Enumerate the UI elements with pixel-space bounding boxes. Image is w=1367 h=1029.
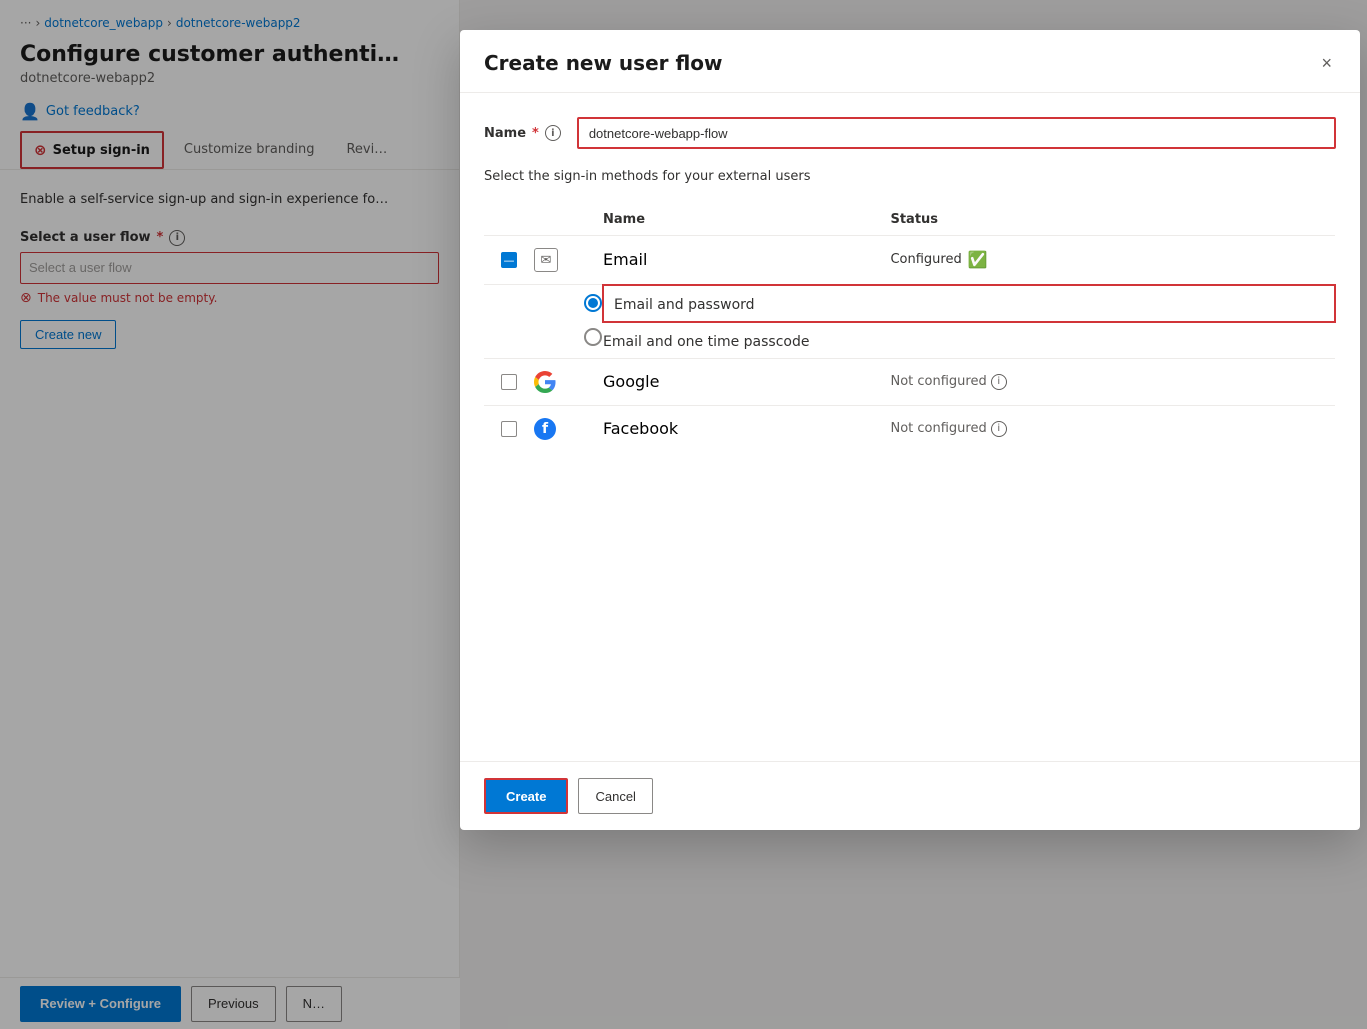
email-icon-cell: ✉ — [534, 236, 603, 285]
email-password-radio[interactable] — [584, 294, 602, 312]
email-checkbox[interactable]: — — [501, 252, 517, 268]
cancel-button[interactable]: Cancel — [578, 778, 652, 814]
facebook-name-cell: Facebook — [603, 405, 890, 452]
email-label: Email — [603, 250, 647, 269]
google-icon — [534, 371, 556, 393]
facebook-status: Not configured i — [890, 421, 1335, 437]
email-icon: ✉ — [534, 248, 558, 272]
facebook-checkbox[interactable] — [501, 421, 517, 437]
modal-footer: Create Cancel — [460, 761, 1360, 830]
email-password-label: Email and password — [614, 297, 755, 313]
email-checkbox-cell[interactable]: — — [484, 236, 534, 285]
name-label: Name * i — [484, 125, 561, 141]
google-status-cell: Not configured i — [890, 358, 1335, 405]
google-status: Not configured i — [890, 374, 1335, 390]
create-button[interactable]: Create — [484, 778, 568, 814]
table-row: Email and one time passcode — [484, 322, 1335, 359]
modal-header: Create new user flow × — [460, 30, 1360, 93]
facebook-icon-cell: f — [534, 405, 603, 452]
modal-title: Create new user flow — [484, 51, 723, 75]
google-checkbox[interactable] — [501, 374, 517, 390]
modal-body: Name * i Select the sign-in methods for … — [460, 93, 1360, 761]
sign-in-methods-desc: Select the sign-in methods for your exte… — [484, 169, 1336, 184]
facebook-status-cell: Not configured i — [890, 405, 1335, 452]
google-checkbox-cell[interactable] — [484, 358, 534, 405]
modal-close-button[interactable]: × — [1317, 50, 1336, 76]
email-name-cell: Email — [603, 236, 890, 285]
create-user-flow-modal: Create new user flow × Name * i Select t… — [460, 30, 1360, 830]
facebook-checkbox-cell[interactable] — [484, 405, 534, 452]
google-info-icon[interactable]: i — [991, 374, 1007, 390]
name-required-marker: * — [532, 126, 539, 141]
email-status-text: Configured — [890, 252, 961, 267]
name-field-row: Name * i — [484, 117, 1336, 149]
table-row: f Facebook Not configured i — [484, 405, 1335, 452]
col-name: Name — [603, 204, 890, 236]
table-row: Google Not configured i — [484, 358, 1335, 405]
name-input[interactable] — [577, 117, 1336, 149]
email-status: Configured ✅ — [890, 250, 1335, 269]
table-row: Email and password — [484, 285, 1335, 322]
google-icon-cell — [534, 358, 603, 405]
name-info-icon[interactable]: i — [545, 125, 561, 141]
google-label: Google — [603, 372, 659, 391]
col-checkbox — [484, 204, 534, 236]
facebook-status-text: Not configured — [890, 421, 986, 436]
email-status-cell: Configured ✅ — [890, 236, 1335, 285]
sign-in-methods-table: Name Status — ✉ Email — [484, 204, 1336, 452]
table-row: — ✉ Email Configured ✅ — [484, 236, 1335, 285]
col-icon — [534, 204, 603, 236]
table-header-row: Name Status — [484, 204, 1335, 236]
google-status-text: Not configured — [890, 374, 986, 389]
google-name-cell: Google — [603, 358, 890, 405]
email-otp-radio[interactable] — [584, 328, 602, 346]
facebook-info-icon[interactable]: i — [991, 421, 1007, 437]
col-status: Status — [890, 204, 1335, 236]
email-otp-label: Email and one time passcode — [603, 334, 809, 350]
facebook-icon: f — [534, 418, 556, 440]
configured-icon: ✅ — [968, 250, 988, 269]
facebook-label: Facebook — [603, 419, 678, 438]
